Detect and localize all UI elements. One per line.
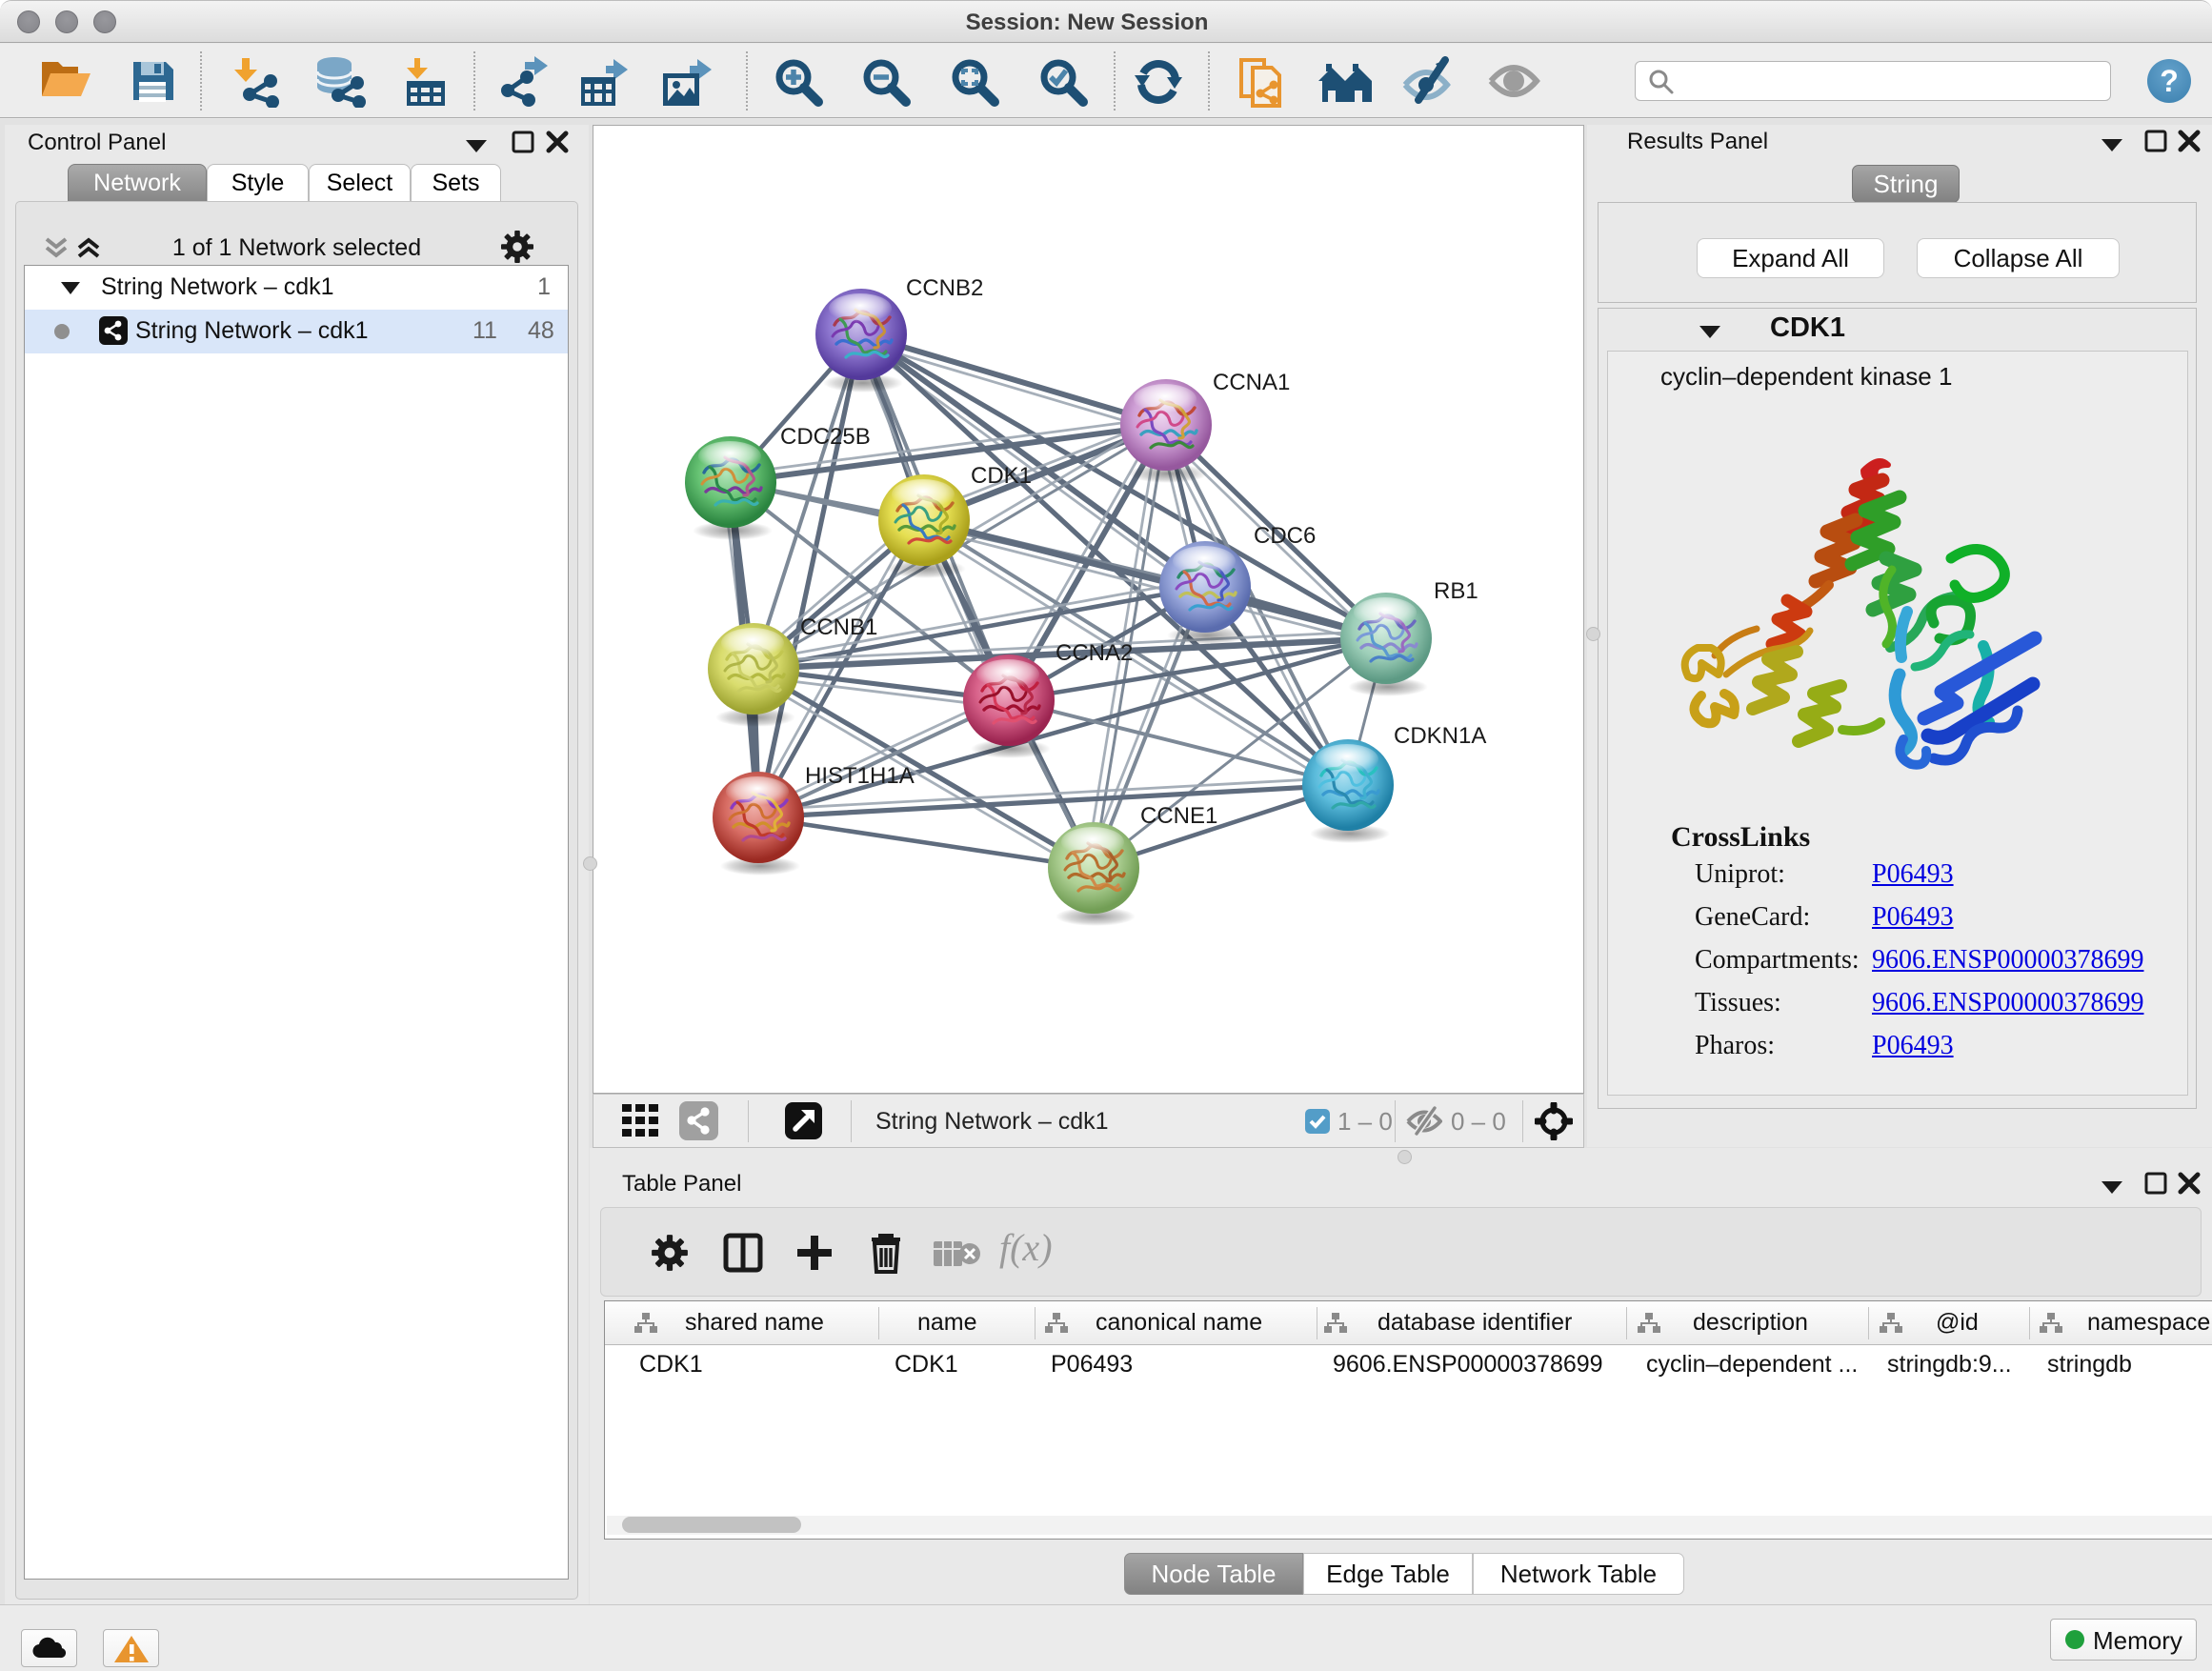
svg-text:CCNB2: CCNB2 xyxy=(906,275,983,301)
svg-text:RB1: RB1 xyxy=(1434,578,1478,604)
svg-text:CCNA1: CCNA1 xyxy=(1213,370,1290,395)
svg-text:CCNB1: CCNB1 xyxy=(800,614,877,640)
svg-text:CDC25B: CDC25B xyxy=(780,424,871,450)
svg-text:CCNA2: CCNA2 xyxy=(1056,640,1133,666)
svg-text:CDKN1A: CDKN1A xyxy=(1394,723,1486,749)
svg-text:CDC6: CDC6 xyxy=(1254,523,1316,549)
svg-text:CCNE1: CCNE1 xyxy=(1140,803,1217,829)
svg-text:HIST1H1A: HIST1H1A xyxy=(805,763,915,789)
svg-text:CDK1: CDK1 xyxy=(971,463,1032,489)
